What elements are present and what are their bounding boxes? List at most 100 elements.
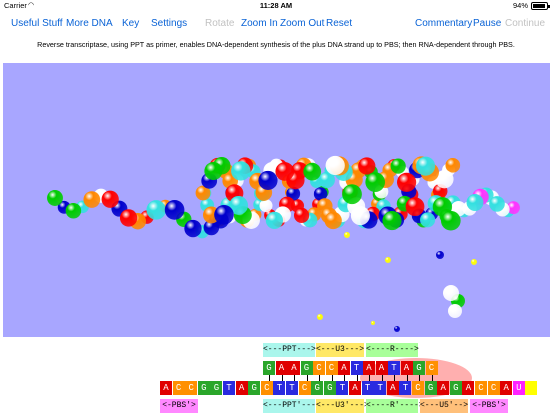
sequence-labels-bottom: <-PBS'> <---PPT'---> <---U3'---> <----R'… <box>0 399 552 413</box>
nucleotide-sphere <box>342 184 362 205</box>
commentary-button[interactable]: Commentary <box>415 18 472 29</box>
useful-stuff-button[interactable]: Useful Stuff <box>11 18 63 29</box>
nucleotide-cell: A <box>349 381 361 395</box>
step-description: Reverse transcriptase, using PPT as prim… <box>37 40 515 49</box>
nucleotide-cell: A <box>437 381 450 395</box>
plus-strand-sequence: GAAGCCATAATAGC <box>0 361 552 375</box>
nucleotide-sphere <box>65 202 82 219</box>
nucleotide-cell <box>525 381 538 395</box>
nucleotide-sphere <box>416 156 436 176</box>
nucleotide-sphere <box>47 190 63 206</box>
nucleotide-cell: A <box>235 381 248 395</box>
settings-button[interactable]: Settings <box>151 18 187 29</box>
nucleotide-sphere <box>350 206 370 226</box>
nucleotide-sphere <box>146 200 166 220</box>
nucleotide-sphere <box>489 196 505 212</box>
pause-button[interactable]: Pause <box>473 18 501 29</box>
nucleotide-cell: C <box>475 381 487 395</box>
u5-prime-label: <---U5'--> <box>420 399 468 413</box>
nucleotide-sphere <box>303 162 322 181</box>
nucleotide-sphere <box>440 210 461 231</box>
nucleotide-sphere <box>382 211 402 231</box>
nucleotide-cell: A <box>275 361 288 375</box>
nucleotide-sphere <box>344 232 350 238</box>
nucleotide-cell: U <box>512 381 525 395</box>
nucleotide-sphere <box>317 314 323 320</box>
more-dna-button[interactable]: More DNA <box>66 18 113 29</box>
nucleotide-sphere <box>231 161 251 181</box>
nucleotide-sphere <box>184 219 202 238</box>
nucleotide-sphere <box>293 207 310 223</box>
nucleotide-cell: A <box>363 361 375 375</box>
nucleotide-cell: A <box>400 361 413 375</box>
nucleotide-cell: T <box>388 361 400 375</box>
nucleotide-cell: G <box>449 381 462 395</box>
nucleotide-sphere <box>101 190 119 208</box>
nucleotide-sphere <box>466 194 484 212</box>
dna-3d-viewport[interactable] <box>3 63 550 337</box>
nucleotide-cell: C <box>298 381 311 395</box>
nucleotide-sphere <box>396 172 417 192</box>
status-bar: Carrier ◠ 11:28 AM 94% <box>0 0 552 12</box>
nucleotide-cell: G <box>248 381 261 395</box>
nucleotide-cell: T <box>336 381 349 395</box>
zoom-out-button[interactable]: Zoom Out <box>280 18 324 29</box>
nucleotide-cell: C <box>412 381 424 395</box>
nucleotide-sphere <box>83 191 101 208</box>
nucleotide-cell: C <box>185 381 198 395</box>
minus-strand-sequence: ACCGGTAGCTTCGGTATTATCGAGACCAU <box>0 381 552 395</box>
continue-button[interactable]: Continue <box>505 18 545 29</box>
nucleotide-cell: C <box>325 361 338 375</box>
nucleotide-sphere <box>436 251 444 259</box>
battery-percent: 94% <box>512 1 528 10</box>
nucleotide-cell: G <box>323 381 336 395</box>
r-prime-label: <----R'----> <box>366 399 424 413</box>
nucleotide-sphere <box>420 212 436 228</box>
nucleotide-cell: C <box>313 361 325 375</box>
battery-icon <box>531 2 550 10</box>
nucleotide-cell: A <box>500 381 513 395</box>
key-button[interactable]: Key <box>122 18 139 29</box>
nucleotide-sphere <box>365 172 386 192</box>
nucleotide-cell: T <box>374 381 387 395</box>
nucleotide-sphere <box>164 200 185 220</box>
nucleotide-sphere <box>324 211 342 230</box>
rotate-button[interactable]: Rotate <box>205 18 234 29</box>
nucleotide-cell: G <box>413 361 425 375</box>
zoom-in-button[interactable]: Zoom In <box>241 18 278 29</box>
nucleotide-cell: C <box>487 381 500 395</box>
nucleotide-cell: T <box>223 381 235 395</box>
nucleotide-sphere <box>448 304 462 318</box>
ppt-label: <---PPT---> <box>263 343 316 357</box>
nucleotide-sphere <box>325 155 345 176</box>
r-label: <----R----> <box>366 343 419 357</box>
nucleotide-cell: G <box>300 361 313 375</box>
nucleotide-cell: A <box>338 361 350 375</box>
nucleotide-sphere <box>443 285 459 301</box>
nucleotide-sphere <box>385 257 391 263</box>
nucleotide-cell: A <box>375 361 388 375</box>
u3-prime-label: <---U3'---> <box>316 399 369 413</box>
nucleotide-sphere <box>358 157 376 175</box>
reset-button[interactable]: Reset <box>326 18 352 29</box>
nucleotide-sphere <box>214 204 234 225</box>
nucleotide-sphere <box>119 209 138 227</box>
sequence-labels-top: <---PPT---> <---U3---> <----R----> <box>0 343 552 357</box>
nucleotide-sphere <box>371 321 375 325</box>
nucleotide-cell: T <box>361 381 374 395</box>
nucleotide-cell: G <box>311 381 324 395</box>
dna-molecule-render <box>47 155 520 332</box>
nucleotide-sphere <box>258 170 278 190</box>
nucleotide-cell: G <box>210 381 223 395</box>
nucleotide-cell: T <box>273 381 286 395</box>
nucleotide-cell: A <box>386 381 399 395</box>
nucleotide-sphere <box>275 162 295 181</box>
nucleotide-cell: C <box>425 361 438 375</box>
nucleotide-cell: C <box>260 381 273 395</box>
nucleotide-cell: T <box>286 381 298 395</box>
status-time: 11:28 AM <box>259 1 293 10</box>
nucleotide-cell: G <box>197 381 210 395</box>
nucleotide-cell: G <box>424 381 437 395</box>
pbs-prime-label-left: <-PBS'> <box>160 399 198 413</box>
nucleotide-sphere <box>204 162 223 181</box>
